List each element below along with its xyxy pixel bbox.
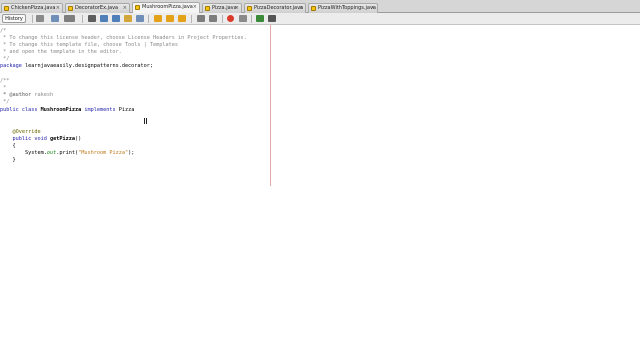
tab-decoratorex[interactable]: DecoratorEx.java × xyxy=(65,3,130,13)
close-icon[interactable]: × xyxy=(193,3,197,12)
toolbar-separator xyxy=(251,15,252,23)
find-next-icon[interactable] xyxy=(112,15,120,22)
tab-label: DecoratorEx.java xyxy=(75,5,119,11)
shift-left-icon[interactable] xyxy=(197,15,205,22)
interface-name: Pizza xyxy=(115,107,135,113)
java-file-icon xyxy=(311,6,316,11)
shift-right-icon[interactable] xyxy=(209,15,217,22)
code-token: .print( xyxy=(56,150,79,156)
javadoc-tag: * @author xyxy=(0,92,32,98)
code-line: public void getPizza() xyxy=(0,136,81,143)
code-line: System.out.print("Mushroom Pizza"); xyxy=(0,150,134,157)
tab-label: MushroomPizza.java xyxy=(142,4,193,10)
code-token: ); xyxy=(128,150,135,156)
editor-toolbar: History xyxy=(0,13,640,25)
java-file-icon xyxy=(4,6,9,11)
code-line: /* xyxy=(0,28,7,34)
toggle-highlight-icon[interactable] xyxy=(124,15,132,22)
comment-icon[interactable] xyxy=(256,15,264,22)
java-file-icon xyxy=(135,5,140,10)
toolbar-separator xyxy=(191,15,192,23)
close-icon[interactable]: × xyxy=(123,4,127,13)
uncomment-icon[interactable] xyxy=(268,15,276,22)
toolbar-separator xyxy=(32,15,33,23)
code-line: * To change this template file, choose T… xyxy=(0,42,179,48)
stop-macro-recording-icon[interactable] xyxy=(239,15,247,22)
code-line: { xyxy=(0,143,16,149)
tab-label: PizzaDecorator.java xyxy=(254,5,304,11)
back-icon[interactable] xyxy=(51,15,59,22)
forward-dropdown-icon[interactable] xyxy=(64,15,75,22)
class-name: MushroomPizza xyxy=(37,107,82,113)
text-cursor xyxy=(144,118,147,124)
code-line: package learnjavaeasily.designpatterns.d… xyxy=(0,63,153,70)
punctuation: () xyxy=(74,136,82,142)
javadoc-value: rakesh xyxy=(31,92,54,98)
method-name: getPizza xyxy=(46,136,75,142)
tab-pizza[interactable]: Pizza.java × xyxy=(202,3,242,13)
close-icon[interactable]: × xyxy=(56,4,60,13)
previous-bookmark-icon[interactable] xyxy=(154,15,162,22)
close-icon[interactable]: × xyxy=(299,4,303,13)
keyword: package xyxy=(0,63,22,69)
toggle-bookmark-icon[interactable] xyxy=(178,15,186,22)
last-edit-icon[interactable] xyxy=(36,15,44,22)
code-line: * @author rakesh xyxy=(0,92,53,99)
start-macro-recording-icon[interactable] xyxy=(227,15,234,22)
find-previous-icon[interactable] xyxy=(100,15,108,22)
string-literal: "Mushroom Pizza" xyxy=(78,150,129,156)
code-line: public class MushroomPizza implements Pi… xyxy=(0,107,134,114)
tab-mushroompizza[interactable]: MushroomPizza.java × xyxy=(132,2,200,13)
code-line: /** xyxy=(0,78,10,84)
toolbar-separator xyxy=(222,15,223,23)
code-line: * xyxy=(0,85,7,91)
tab-chickenpizza[interactable]: ChickenPizza.java × xyxy=(1,3,63,13)
tab-label: ChickenPizza.java xyxy=(11,5,56,11)
toolbar-separator xyxy=(82,15,83,23)
code-line: */ xyxy=(0,56,10,62)
toolbar-separator xyxy=(148,15,149,23)
keyword: public void xyxy=(0,136,47,142)
toggle-rectangular-selection-icon[interactable] xyxy=(136,15,144,22)
tab-label: Pizza.java xyxy=(212,5,237,11)
field-name: out xyxy=(46,150,57,156)
history-button[interactable]: History xyxy=(2,14,26,23)
code-line: * and open the template in the editor. xyxy=(0,49,122,55)
java-file-icon xyxy=(205,6,210,11)
package-name: learnjavaeasily.designpatterns.decorator… xyxy=(21,63,154,69)
keyword: public class xyxy=(0,107,38,113)
close-icon[interactable]: × xyxy=(235,4,239,13)
close-icon[interactable]: × xyxy=(371,4,375,13)
code-token: System. xyxy=(0,150,47,156)
code-line: } xyxy=(0,157,16,163)
tab-pizzawithtoppings[interactable]: PizzaWithToppings.java × xyxy=(308,3,378,13)
find-icon[interactable] xyxy=(88,15,96,22)
code-line: @Override xyxy=(0,129,41,135)
tab-label: PizzaWithToppings.java xyxy=(318,5,376,11)
next-bookmark-icon[interactable] xyxy=(166,15,174,22)
java-file-icon xyxy=(68,6,73,11)
keyword: implements xyxy=(81,107,116,113)
editor-tab-strip: ChickenPizza.java × DecoratorEx.java × M… xyxy=(0,0,640,13)
code-line: */ xyxy=(0,99,10,105)
tab-pizzadecorator[interactable]: PizzaDecorator.java × xyxy=(244,3,306,13)
java-file-icon xyxy=(247,6,252,11)
code-line: * To change this license header, choose … xyxy=(0,35,247,41)
code-editor[interactable]: /* * To change this license header, choo… xyxy=(0,25,640,360)
right-margin-guide xyxy=(270,25,271,186)
